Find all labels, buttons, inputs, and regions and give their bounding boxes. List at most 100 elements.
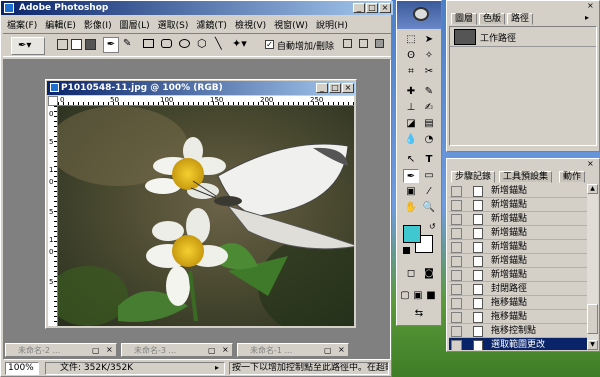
screen-mode-menubar-icon[interactable]: ▣ (412, 289, 424, 303)
history-item[interactable]: 選取範圍更改 (449, 338, 587, 350)
doc-minimize-button[interactable]: _ (316, 83, 328, 93)
panel-close-icon[interactable]: × (587, 159, 594, 168)
notes-tool-icon[interactable]: ▣ (403, 185, 419, 199)
quick-mask-mode-icon[interactable]: ◙ (421, 267, 437, 281)
menu-layer[interactable]: 圖層(L) (116, 18, 154, 31)
history-brush-tool-icon[interactable]: ✍ (421, 101, 437, 115)
minimized-window-2[interactable]: 未命名-3 ... ▢ × (121, 343, 233, 357)
tab-tool-presets[interactable]: 工具預設集 (499, 171, 553, 183)
history-item[interactable]: 拖移錨點 (449, 310, 587, 324)
restore-icon[interactable]: ▢ (324, 346, 332, 355)
clone-stamp-tool-icon[interactable]: ⊥ (403, 101, 419, 115)
doc-close-button[interactable]: × (342, 83, 354, 93)
marquee-tool-icon[interactable]: ⬚ (403, 33, 419, 47)
auto-add-delete-checkbox[interactable]: ✓ (265, 40, 274, 49)
path-selection-tool-icon[interactable]: ↖ (403, 153, 419, 167)
history-item[interactable]: 封閉路徑 (449, 282, 587, 296)
photoshop-eye-icon[interactable] (413, 7, 429, 21)
pen-tool-option-icon[interactable]: ✒ (103, 37, 119, 53)
zoom-field[interactable]: 100% (5, 362, 39, 375)
close-icon[interactable]: × (338, 345, 345, 354)
move-tool-icon[interactable]: ➤ (421, 33, 437, 47)
history-item[interactable]: 新增錨點 (449, 184, 587, 198)
doc-maximize-button[interactable]: □ (329, 83, 341, 93)
history-brush-source-icon[interactable] (451, 256, 462, 267)
screen-mode-standard-icon[interactable]: ▢ (399, 289, 411, 303)
panel-menu-icon[interactable]: ▸ (585, 13, 589, 22)
photo-canvas[interactable] (58, 106, 354, 326)
history-item[interactable]: 拖移錨點 (449, 296, 587, 310)
history-brush-source-icon[interactable] (451, 326, 462, 337)
eraser-tool-icon[interactable]: ◪ (403, 117, 419, 131)
screen-mode-full-icon[interactable]: ■ (425, 289, 437, 303)
maximize-button[interactable]: □ (366, 3, 378, 13)
default-colors-icon[interactable] (403, 247, 410, 254)
line-icon[interactable]: ╲ (215, 37, 222, 50)
shape-tool-icon[interactable]: ▭ (421, 169, 437, 183)
rounded-rectangle-icon[interactable] (161, 39, 172, 48)
menu-file[interactable]: 檔案(F) (3, 18, 41, 31)
magic-wand-tool-icon[interactable]: ✧ (421, 49, 437, 63)
history-item[interactable]: 新增錨點 (449, 198, 587, 212)
eyedropper-tool-icon[interactable]: ⁄ (421, 185, 437, 199)
menu-image[interactable]: 影像(I) (80, 18, 116, 31)
scroll-up-icon[interactable]: ▲ (587, 184, 598, 194)
path-row-work-path[interactable]: 工作路徑 (450, 27, 596, 47)
dodge-tool-icon[interactable]: ◔ (421, 133, 437, 147)
restore-icon[interactable]: ▢ (208, 346, 216, 355)
menu-view[interactable]: 檢視(V) (231, 18, 270, 31)
zoom-tool-icon[interactable]: 🔍 (421, 201, 437, 215)
menu-edit[interactable]: 編輯(E) (41, 18, 80, 31)
history-brush-source-icon[interactable] (451, 200, 462, 211)
rectangle-icon[interactable] (143, 39, 154, 48)
custom-shape-icon[interactable]: ✦▾ (232, 37, 247, 50)
status-arrow-icon[interactable]: ▸ (215, 363, 219, 372)
history-brush-source-icon[interactable] (451, 214, 462, 225)
swap-colors-icon[interactable]: ↺ (429, 222, 436, 231)
intersect-path-icon[interactable] (375, 39, 384, 49)
standard-mode-icon[interactable]: ◻ (403, 267, 419, 281)
history-item[interactable]: 新增錨點 (449, 254, 587, 268)
menu-filter[interactable]: 濾鏡(T) (192, 18, 231, 31)
lasso-tool-icon[interactable]: ʘ (403, 49, 419, 63)
healing-brush-tool-icon[interactable]: ✚ (403, 85, 419, 99)
minimized-window-1[interactable]: 未命名-2 ... ▢ × (5, 343, 117, 357)
history-brush-source-icon[interactable] (451, 270, 462, 281)
close-button[interactable]: × (379, 3, 391, 13)
paths-mode-icon[interactable] (71, 39, 82, 50)
scroll-down-icon[interactable]: ▼ (587, 340, 598, 350)
panel-close-icon[interactable]: × (587, 1, 594, 10)
history-brush-source-icon[interactable] (451, 186, 462, 197)
history-brush-source-icon[interactable] (451, 312, 462, 323)
tab-actions[interactable]: 動作 (559, 171, 586, 183)
slice-tool-icon[interactable]: ✂ (421, 65, 437, 79)
tab-paths[interactable]: 路徑 (507, 13, 534, 25)
history-brush-source-icon[interactable] (451, 228, 462, 239)
crop-tool-icon[interactable]: ⌗ (403, 65, 419, 79)
history-item[interactable]: 新增錨點 (449, 212, 587, 226)
tab-history[interactable]: 步驟記錄 (451, 171, 496, 183)
history-item[interactable]: 新增錨點 (449, 240, 587, 254)
freeform-pen-icon[interactable]: ✎ (123, 38, 131, 49)
minimize-button[interactable]: _ (353, 3, 365, 13)
close-icon[interactable]: × (222, 345, 229, 354)
fill-pixels-icon[interactable] (85, 39, 96, 50)
tool-preset-picker[interactable]: ✒▾ (11, 37, 45, 55)
menu-window[interactable]: 視窗(W) (270, 18, 312, 31)
jump-to-imageready-icon[interactable]: ⇆ (411, 307, 427, 321)
add-to-path-icon[interactable] (343, 39, 352, 49)
history-brush-source-icon[interactable] (451, 242, 462, 253)
history-brush-source-icon[interactable] (451, 340, 462, 350)
polygon-icon[interactable]: ⬡ (197, 37, 207, 50)
ellipse-icon[interactable] (179, 39, 190, 48)
menu-select[interactable]: 選取(S) (154, 18, 193, 31)
history-scrollbar[interactable]: ▲ ▼ (587, 184, 598, 350)
history-item[interactable]: 拖移控制點 (449, 324, 587, 338)
restore-icon[interactable]: ▢ (92, 346, 100, 355)
close-icon[interactable]: × (106, 345, 113, 354)
history-item[interactable]: 新增錨點 (449, 268, 587, 282)
pen-tool-icon[interactable]: ✒ (403, 169, 419, 183)
tab-layers[interactable]: 圖層 (451, 13, 478, 25)
blur-tool-icon[interactable]: 💧 (403, 133, 419, 147)
type-tool-icon[interactable]: T (421, 153, 437, 167)
